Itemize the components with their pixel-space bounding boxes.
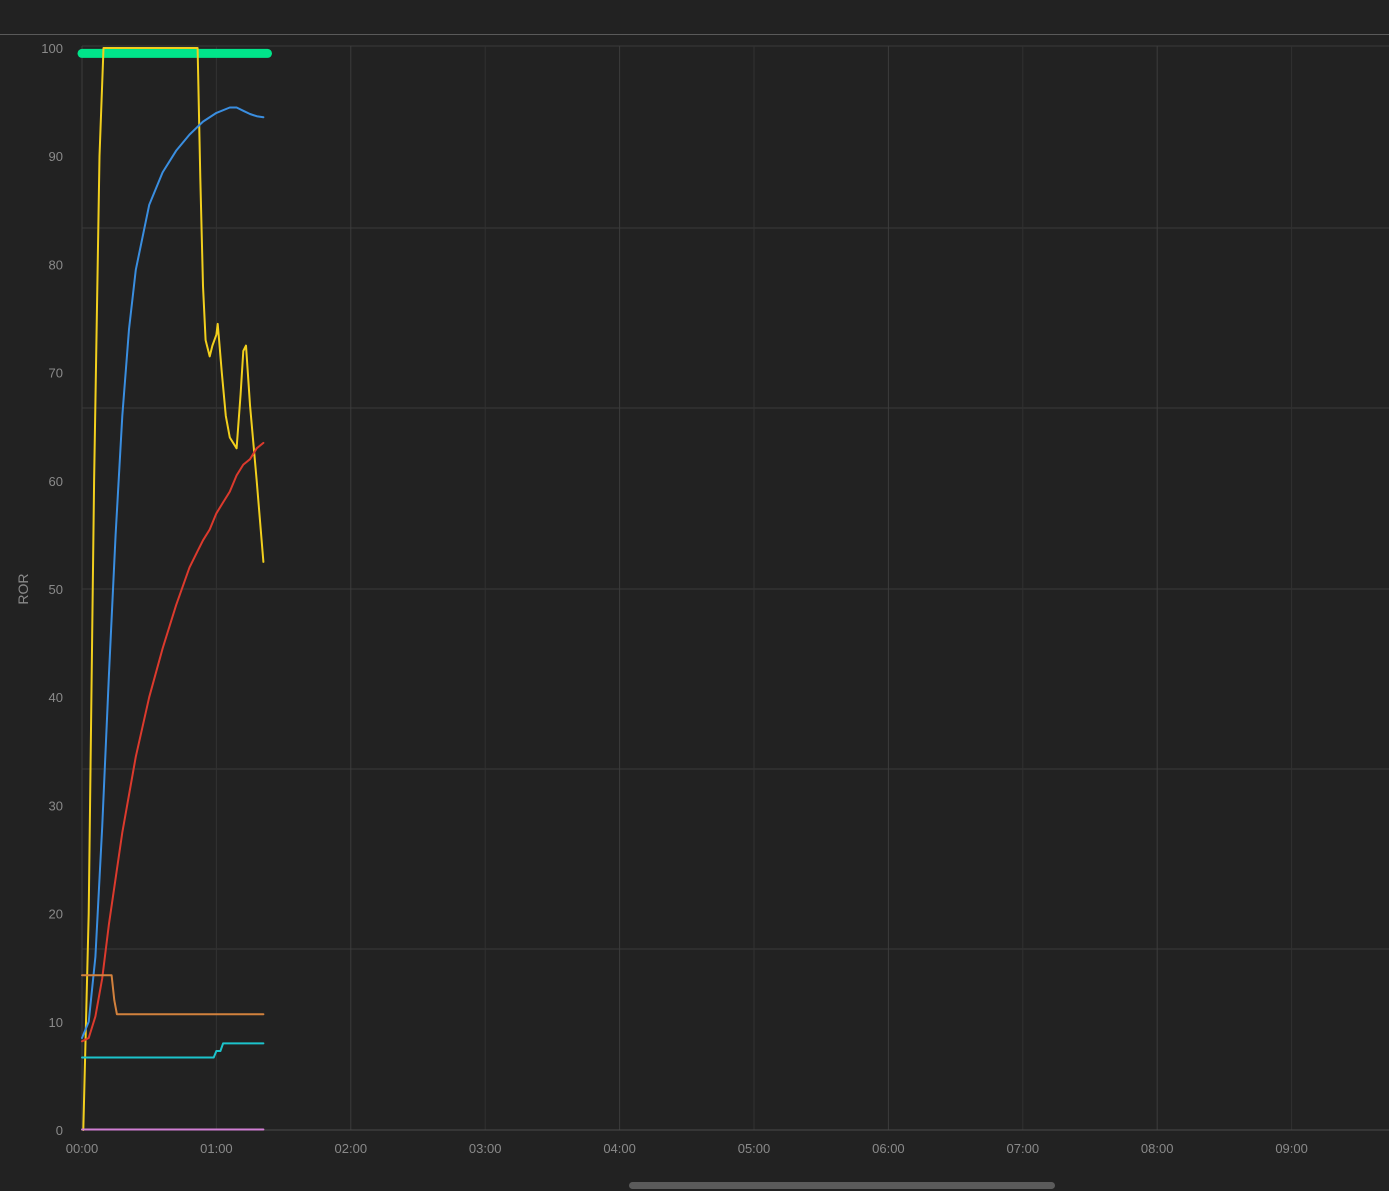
series-line-3 [81,106,265,1039]
y-tick-label: 30 [49,798,63,813]
x-tick-label: 09:00 [1275,1141,1308,1156]
y-tick-label: 100 [41,41,63,56]
y-tick-label: 20 [49,907,63,922]
y-tick-label: 50 [49,582,63,597]
y-tick-label: 10 [49,1015,63,1030]
series-line-4 [81,441,265,1043]
y-tick-label: 60 [49,474,63,489]
series-line-5 [81,974,265,1016]
y-tick-label: 70 [49,366,63,381]
y-axis-ticks: 0 10 20 30 40 50 60 70 80 90 100 [41,41,63,1138]
roast-chart[interactable]: 0 10 20 30 40 50 60 70 80 90 100 00:00 01:00 02:00 03… [0,0,1389,1191]
series-line-6 [81,1042,265,1059]
horizontal-scrollbar[interactable] [629,1182,1055,1189]
grid-layer [81,45,1389,1131]
y-tick-label: 80 [49,257,63,272]
x-tick-label: 04:00 [603,1141,636,1156]
x-axis-ticks: 00:00 01:00 02:00 03:00 04:00 05:00 06:00 07:00… [66,1141,1308,1156]
x-tick-label: 02:00 [335,1141,368,1156]
x-tick-label: 06:00 [872,1141,905,1156]
roast-chart-app: 0 10 20 30 40 50 60 70 80 90 100 00:00 01:00 02:00 03… [0,0,1389,1191]
y-axis-title: ROR [15,573,31,604]
x-tick-label: 03:00 [469,1141,502,1156]
x-tick-label: 00:00 [66,1141,99,1156]
y-tick-label: 0 [56,1123,63,1138]
y-tick-label: 90 [49,149,63,164]
x-tick-label: 08:00 [1141,1141,1174,1156]
x-tick-label: 01:00 [200,1141,233,1156]
x-tick-label: 07:00 [1007,1141,1040,1156]
y-tick-label: 40 [49,690,63,705]
x-tick-label: 05:00 [738,1141,771,1156]
